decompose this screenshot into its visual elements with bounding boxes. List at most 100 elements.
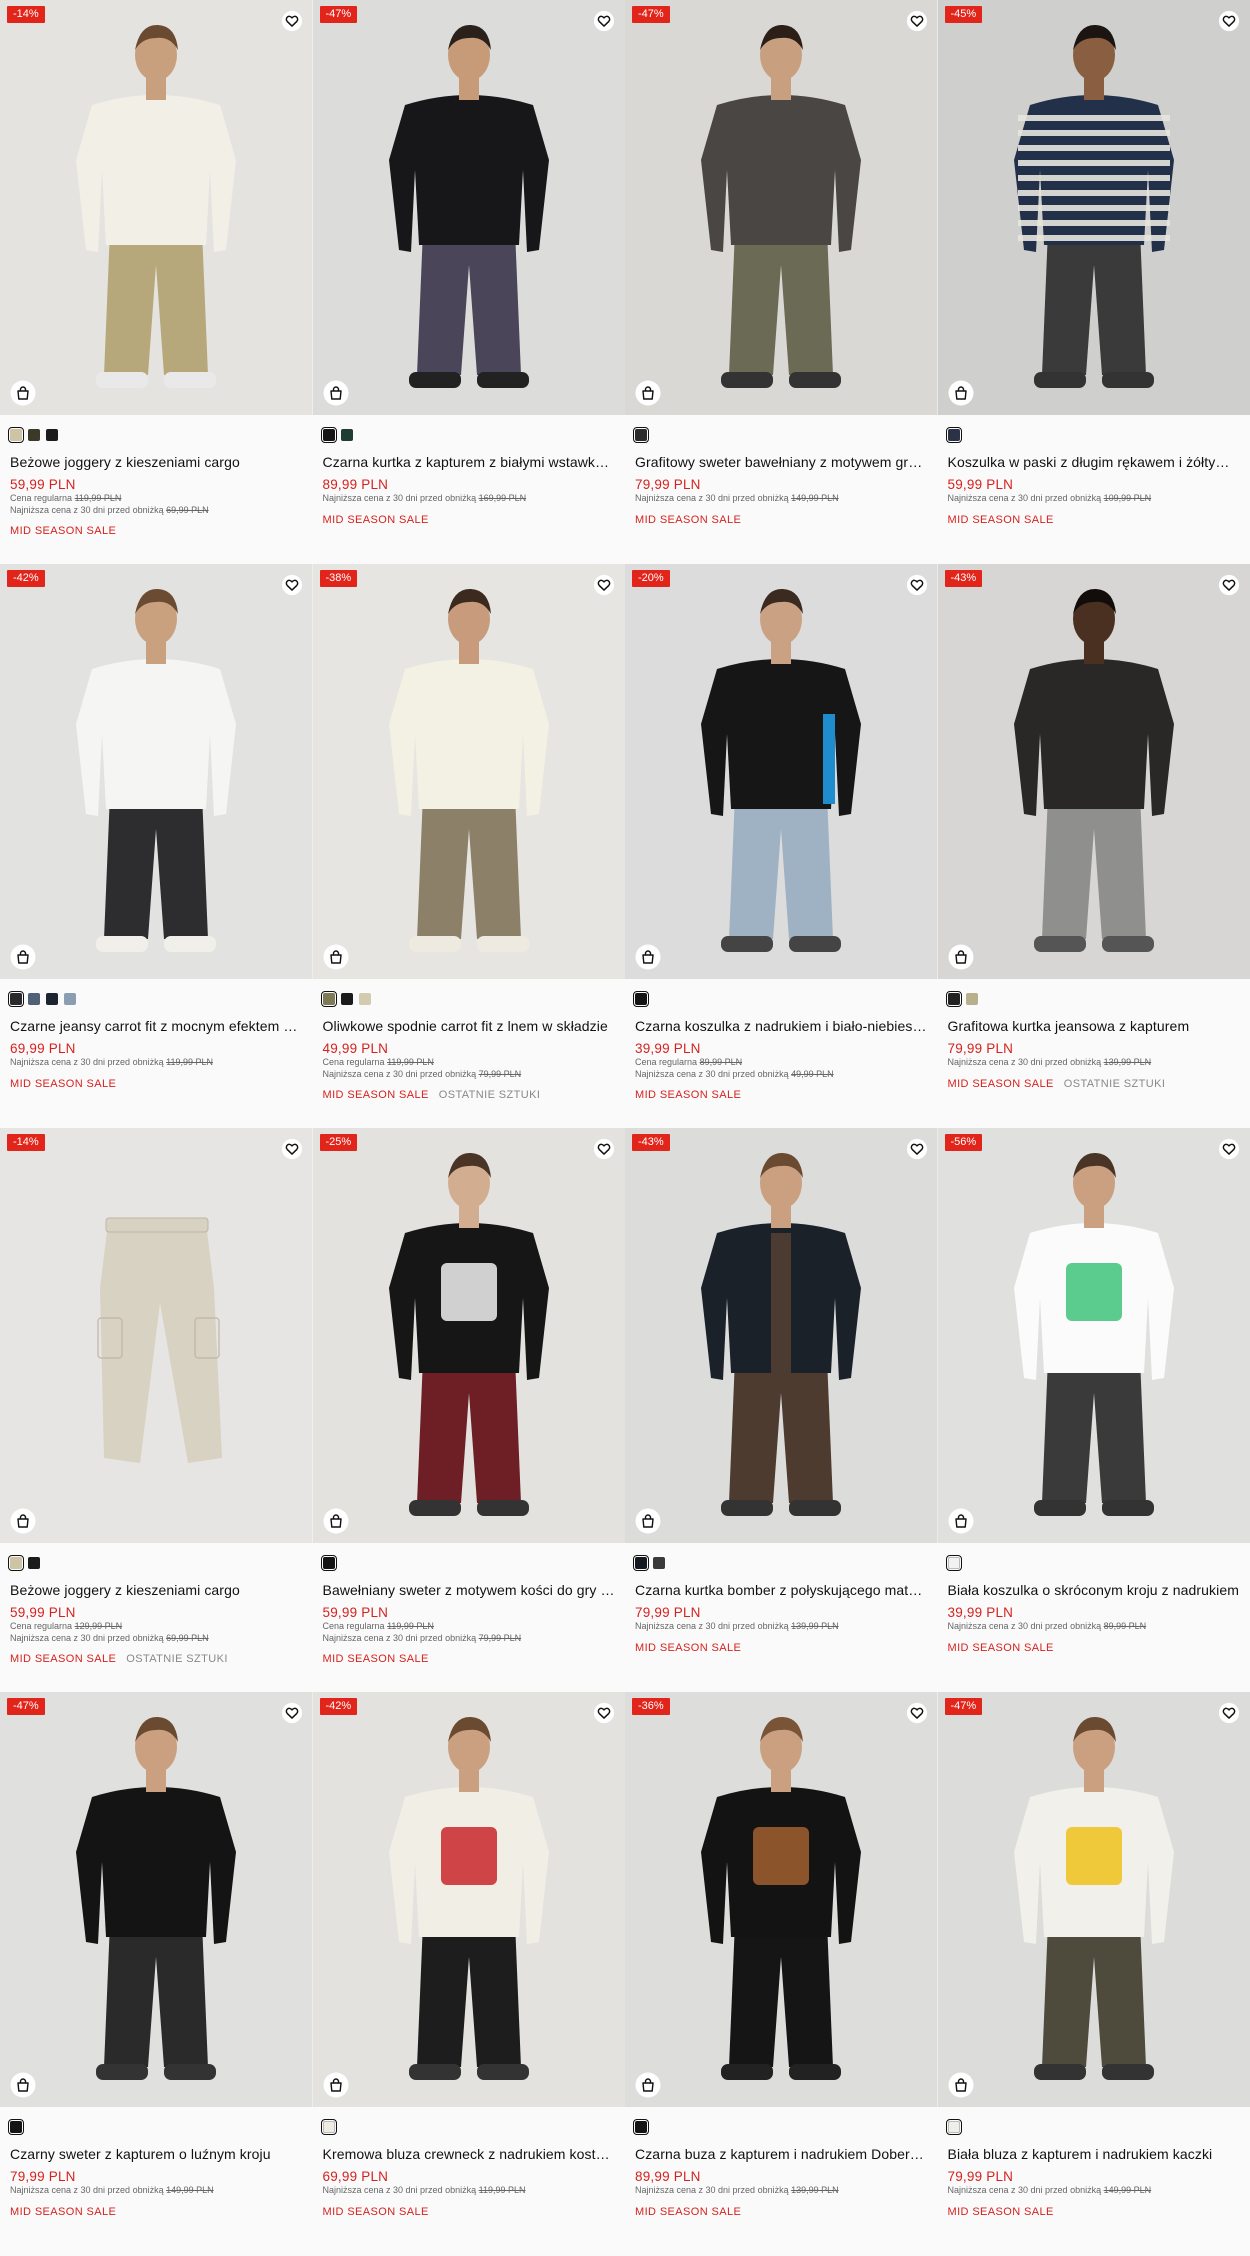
product-name[interactable]: Czarna koszulka z nadrukiem i biało-nieb… [635, 1017, 928, 1035]
product-name[interactable]: Czarne jeansy carrot fit z mocnym efekte… [10, 1017, 303, 1035]
color-swatch[interactable] [323, 1557, 335, 1569]
color-swatch[interactable] [28, 429, 40, 441]
product-image[interactable]: -38% [313, 564, 626, 979]
product-card[interactable]: -47% Biała bluza z kapturem i nadrukiem … [938, 1692, 1250, 2256]
product-card[interactable]: -42% Kremowa bluza crewneck z nadrukiem … [313, 1692, 626, 2256]
color-swatch[interactable] [635, 2121, 647, 2133]
add-to-bag-icon[interactable] [10, 2072, 36, 2098]
heart-icon[interactable] [593, 1702, 615, 1724]
color-swatch[interactable] [323, 429, 335, 441]
product-card[interactable]: -47% Czarny sweter z kapturem o luźnym k… [0, 1692, 313, 2256]
color-swatch[interactable] [10, 2121, 22, 2133]
product-image[interactable]: -14% [0, 0, 313, 415]
heart-icon[interactable] [1218, 10, 1240, 32]
color-swatch[interactable] [948, 2121, 960, 2133]
color-swatch[interactable] [635, 429, 647, 441]
product-name[interactable]: Czarna kurtka z kapturem z białymi wstaw… [323, 453, 616, 471]
product-image[interactable]: -42% [0, 564, 313, 979]
product-image[interactable]: -43% [625, 1128, 938, 1543]
color-swatch[interactable] [10, 429, 22, 441]
heart-icon[interactable] [593, 1138, 615, 1160]
color-swatch[interactable] [46, 429, 58, 441]
product-card[interactable]: -45% Koszulka w paski z długim rękawem i… [938, 0, 1250, 564]
product-card[interactable]: -47% Grafitowy sweter bawełniany z motyw… [625, 0, 938, 564]
product-name[interactable]: Czarna buza z kapturem i nadrukiem Dober… [635, 2145, 928, 2163]
color-swatch[interactable] [28, 1557, 40, 1569]
color-swatch[interactable] [341, 429, 353, 441]
product-name[interactable]: Czarny sweter z kapturem o luźnym kroju [10, 2145, 303, 2163]
heart-icon[interactable] [906, 1702, 928, 1724]
add-to-bag-icon[interactable] [10, 380, 36, 406]
product-image[interactable]: -43% [938, 564, 1250, 979]
heart-icon[interactable] [1218, 1138, 1240, 1160]
heart-icon[interactable] [281, 574, 303, 596]
product-image[interactable]: -45% [938, 0, 1250, 415]
product-name[interactable]: Grafitowy sweter bawełniany z motywem gr… [635, 453, 928, 471]
color-swatch[interactable] [28, 993, 40, 1005]
add-to-bag-icon[interactable] [948, 2072, 974, 2098]
product-card[interactable]: -14% Beżowe joggery z kieszeniami cargo … [0, 0, 313, 564]
heart-icon[interactable] [1218, 574, 1240, 596]
product-card[interactable]: -36% Czarna buza z kapturem i nadrukiem … [625, 1692, 938, 2256]
product-card[interactable]: -14% Beżowe joggery z kieszeniami cargo … [0, 1128, 313, 1692]
product-image[interactable]: -47% [938, 1692, 1250, 2107]
product-card[interactable]: -20% Czarna koszulka z nadrukiem i biało… [625, 564, 938, 1128]
color-swatch[interactable] [10, 993, 22, 1005]
product-image[interactable]: -36% [625, 1692, 938, 2107]
product-image[interactable]: -20% [625, 564, 938, 979]
product-image[interactable]: -56% [938, 1128, 1250, 1543]
product-image[interactable]: -25% [313, 1128, 626, 1543]
color-swatch[interactable] [323, 993, 335, 1005]
product-name[interactable]: Bawełniany sweter z motywem kości do gry… [323, 1581, 616, 1599]
color-swatch[interactable] [46, 993, 58, 1005]
color-swatch[interactable] [966, 993, 978, 1005]
color-swatch[interactable] [948, 429, 960, 441]
product-card[interactable]: -38% Oliwkowe spodnie carrot fit z lnem … [313, 564, 626, 1128]
add-to-bag-icon[interactable] [323, 944, 349, 970]
heart-icon[interactable] [593, 10, 615, 32]
color-swatch[interactable] [653, 1557, 665, 1569]
add-to-bag-icon[interactable] [948, 1508, 974, 1534]
color-swatch[interactable] [64, 993, 76, 1005]
product-card[interactable]: -43% Grafitowa kurtka jeansowa z kapture… [938, 564, 1250, 1128]
add-to-bag-icon[interactable] [635, 944, 661, 970]
product-card[interactable]: -47% Czarna kurtka z kapturem z białymi … [313, 0, 626, 564]
product-name[interactable]: Czarna kurtka bomber z połyskującego mat… [635, 1581, 928, 1599]
add-to-bag-icon[interactable] [635, 380, 661, 406]
add-to-bag-icon[interactable] [323, 380, 349, 406]
heart-icon[interactable] [906, 10, 928, 32]
add-to-bag-icon[interactable] [10, 1508, 36, 1534]
product-name[interactable]: Grafitowa kurtka jeansowa z kapturem [948, 1017, 1241, 1035]
product-image[interactable]: -47% [313, 0, 626, 415]
color-swatch[interactable] [635, 1557, 647, 1569]
heart-icon[interactable] [1218, 1702, 1240, 1724]
heart-icon[interactable] [281, 1138, 303, 1160]
product-image[interactable]: -42% [313, 1692, 626, 2107]
color-swatch[interactable] [359, 993, 371, 1005]
add-to-bag-icon[interactable] [323, 1508, 349, 1534]
product-card[interactable]: -56% Biała koszulka o skróconym kroju z … [938, 1128, 1250, 1692]
heart-icon[interactable] [906, 1138, 928, 1160]
product-name[interactable]: Kremowa bluza crewneck z nadrukiem koste… [323, 2145, 616, 2163]
product-image[interactable]: -47% [625, 0, 938, 415]
product-card[interactable]: -42% Czarne jeansy carrot fit z mocnym e… [0, 564, 313, 1128]
product-card[interactable]: -25% Bawełniany sweter z motywem kości d… [313, 1128, 626, 1692]
heart-icon[interactable] [281, 1702, 303, 1724]
color-swatch[interactable] [635, 993, 647, 1005]
product-name[interactable]: Oliwkowe spodnie carrot fit z lnem w skł… [323, 1017, 616, 1035]
add-to-bag-icon[interactable] [635, 1508, 661, 1534]
add-to-bag-icon[interactable] [323, 2072, 349, 2098]
product-name[interactable]: Biała bluza z kapturem i nadrukiem kaczk… [948, 2145, 1241, 2163]
color-swatch[interactable] [948, 993, 960, 1005]
product-name[interactable]: Beżowe joggery z kieszeniami cargo [10, 453, 303, 471]
product-name[interactable]: Biała koszulka o skróconym kroju z nadru… [948, 1581, 1241, 1599]
product-name[interactable]: Beżowe joggery z kieszeniami cargo [10, 1581, 303, 1599]
heart-icon[interactable] [593, 574, 615, 596]
product-name[interactable]: Koszulka w paski z długim rękawem i żółt… [948, 453, 1241, 471]
color-swatch[interactable] [948, 1557, 960, 1569]
color-swatch[interactable] [323, 2121, 335, 2133]
heart-icon[interactable] [281, 10, 303, 32]
product-card[interactable]: -43% Czarna kurtka bomber z połyskująceg… [625, 1128, 938, 1692]
color-swatch[interactable] [10, 1557, 22, 1569]
add-to-bag-icon[interactable] [948, 380, 974, 406]
